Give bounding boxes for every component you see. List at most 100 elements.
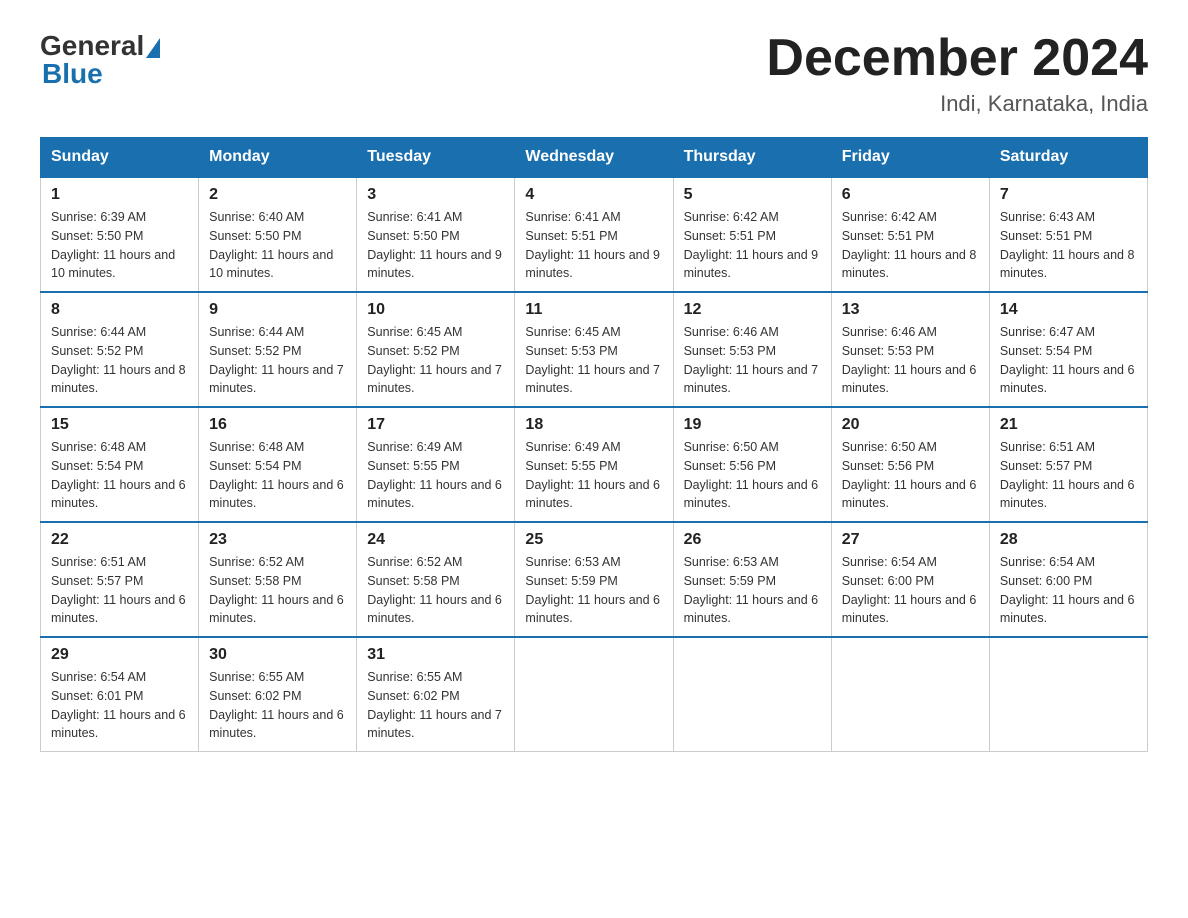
day-number: 3 <box>367 186 504 204</box>
calendar-cell: 21 Sunrise: 6:51 AMSunset: 5:57 PMDaylig… <box>989 407 1147 522</box>
calendar-cell: 15 Sunrise: 6:48 AMSunset: 5:54 PMDaylig… <box>41 407 199 522</box>
calendar-table: SundayMondayTuesdayWednesdayThursdayFrid… <box>40 137 1148 752</box>
week-row-3: 15 Sunrise: 6:48 AMSunset: 5:54 PMDaylig… <box>41 407 1148 522</box>
calendar-cell: 14 Sunrise: 6:47 AMSunset: 5:54 PMDaylig… <box>989 292 1147 407</box>
day-info: Sunrise: 6:45 AMSunset: 5:52 PMDaylight:… <box>367 325 502 395</box>
calendar-cell: 26 Sunrise: 6:53 AMSunset: 5:59 PMDaylig… <box>673 522 831 637</box>
day-number: 30 <box>209 646 346 664</box>
day-info: Sunrise: 6:39 AMSunset: 5:50 PMDaylight:… <box>51 210 175 280</box>
day-info: Sunrise: 6:46 AMSunset: 5:53 PMDaylight:… <box>684 325 819 395</box>
header-row: SundayMondayTuesdayWednesdayThursdayFrid… <box>41 138 1148 178</box>
day-number: 7 <box>1000 186 1137 204</box>
day-number: 23 <box>209 531 346 549</box>
day-info: Sunrise: 6:41 AMSunset: 5:50 PMDaylight:… <box>367 210 502 280</box>
day-info: Sunrise: 6:51 AMSunset: 5:57 PMDaylight:… <box>1000 440 1135 510</box>
day-info: Sunrise: 6:52 AMSunset: 5:58 PMDaylight:… <box>209 555 344 625</box>
calendar-cell: 5 Sunrise: 6:42 AMSunset: 5:51 PMDayligh… <box>673 177 831 292</box>
week-row-1: 1 Sunrise: 6:39 AMSunset: 5:50 PMDayligh… <box>41 177 1148 292</box>
day-number: 18 <box>525 416 662 434</box>
calendar-cell <box>831 637 989 752</box>
day-number: 22 <box>51 531 188 549</box>
day-number: 24 <box>367 531 504 549</box>
day-info: Sunrise: 6:53 AMSunset: 5:59 PMDaylight:… <box>684 555 819 625</box>
day-number: 25 <box>525 531 662 549</box>
logo-blue: Blue <box>42 58 103 89</box>
day-info: Sunrise: 6:43 AMSunset: 5:51 PMDaylight:… <box>1000 210 1135 280</box>
week-row-2: 8 Sunrise: 6:44 AMSunset: 5:52 PMDayligh… <box>41 292 1148 407</box>
day-number: 4 <box>525 186 662 204</box>
day-info: Sunrise: 6:50 AMSunset: 5:56 PMDaylight:… <box>684 440 819 510</box>
day-number: 31 <box>367 646 504 664</box>
logo: General Blue <box>40 30 162 90</box>
day-number: 26 <box>684 531 821 549</box>
page-header: General Blue December 2024 Indi, Karnata… <box>40 30 1148 117</box>
day-number: 15 <box>51 416 188 434</box>
day-number: 19 <box>684 416 821 434</box>
day-info: Sunrise: 6:54 AMSunset: 6:01 PMDaylight:… <box>51 670 186 740</box>
day-number: 17 <box>367 416 504 434</box>
calendar-cell: 23 Sunrise: 6:52 AMSunset: 5:58 PMDaylig… <box>199 522 357 637</box>
calendar-cell: 13 Sunrise: 6:46 AMSunset: 5:53 PMDaylig… <box>831 292 989 407</box>
calendar-cell: 17 Sunrise: 6:49 AMSunset: 5:55 PMDaylig… <box>357 407 515 522</box>
day-info: Sunrise: 6:54 AMSunset: 6:00 PMDaylight:… <box>842 555 977 625</box>
calendar-cell: 19 Sunrise: 6:50 AMSunset: 5:56 PMDaylig… <box>673 407 831 522</box>
day-info: Sunrise: 6:55 AMSunset: 6:02 PMDaylight:… <box>367 670 502 740</box>
day-info: Sunrise: 6:54 AMSunset: 6:00 PMDaylight:… <box>1000 555 1135 625</box>
calendar-cell: 24 Sunrise: 6:52 AMSunset: 5:58 PMDaylig… <box>357 522 515 637</box>
day-info: Sunrise: 6:49 AMSunset: 5:55 PMDaylight:… <box>367 440 502 510</box>
calendar-cell: 10 Sunrise: 6:45 AMSunset: 5:52 PMDaylig… <box>357 292 515 407</box>
day-number: 2 <box>209 186 346 204</box>
day-info: Sunrise: 6:41 AMSunset: 5:51 PMDaylight:… <box>525 210 660 280</box>
day-info: Sunrise: 6:46 AMSunset: 5:53 PMDaylight:… <box>842 325 977 395</box>
calendar-cell: 7 Sunrise: 6:43 AMSunset: 5:51 PMDayligh… <box>989 177 1147 292</box>
day-info: Sunrise: 6:48 AMSunset: 5:54 PMDaylight:… <box>209 440 344 510</box>
calendar-cell: 20 Sunrise: 6:50 AMSunset: 5:56 PMDaylig… <box>831 407 989 522</box>
column-header-friday: Friday <box>831 138 989 178</box>
day-number: 5 <box>684 186 821 204</box>
calendar-cell <box>989 637 1147 752</box>
day-info: Sunrise: 6:50 AMSunset: 5:56 PMDaylight:… <box>842 440 977 510</box>
title-section: December 2024 Indi, Karnataka, India <box>766 30 1148 117</box>
day-number: 13 <box>842 301 979 319</box>
day-info: Sunrise: 6:44 AMSunset: 5:52 PMDaylight:… <box>209 325 344 395</box>
day-info: Sunrise: 6:53 AMSunset: 5:59 PMDaylight:… <box>525 555 660 625</box>
calendar-cell: 30 Sunrise: 6:55 AMSunset: 6:02 PMDaylig… <box>199 637 357 752</box>
day-number: 29 <box>51 646 188 664</box>
day-number: 14 <box>1000 301 1137 319</box>
day-info: Sunrise: 6:55 AMSunset: 6:02 PMDaylight:… <box>209 670 344 740</box>
day-info: Sunrise: 6:42 AMSunset: 5:51 PMDaylight:… <box>842 210 977 280</box>
day-info: Sunrise: 6:52 AMSunset: 5:58 PMDaylight:… <box>367 555 502 625</box>
column-header-thursday: Thursday <box>673 138 831 178</box>
calendar-cell: 2 Sunrise: 6:40 AMSunset: 5:50 PMDayligh… <box>199 177 357 292</box>
day-info: Sunrise: 6:45 AMSunset: 5:53 PMDaylight:… <box>525 325 660 395</box>
day-number: 11 <box>525 301 662 319</box>
calendar-cell: 18 Sunrise: 6:49 AMSunset: 5:55 PMDaylig… <box>515 407 673 522</box>
day-number: 16 <box>209 416 346 434</box>
column-header-wednesday: Wednesday <box>515 138 673 178</box>
calendar-cell: 6 Sunrise: 6:42 AMSunset: 5:51 PMDayligh… <box>831 177 989 292</box>
day-info: Sunrise: 6:48 AMSunset: 5:54 PMDaylight:… <box>51 440 186 510</box>
calendar-cell: 22 Sunrise: 6:51 AMSunset: 5:57 PMDaylig… <box>41 522 199 637</box>
column-header-saturday: Saturday <box>989 138 1147 178</box>
calendar-cell: 3 Sunrise: 6:41 AMSunset: 5:50 PMDayligh… <box>357 177 515 292</box>
column-header-tuesday: Tuesday <box>357 138 515 178</box>
calendar-cell: 16 Sunrise: 6:48 AMSunset: 5:54 PMDaylig… <box>199 407 357 522</box>
day-info: Sunrise: 6:42 AMSunset: 5:51 PMDaylight:… <box>684 210 819 280</box>
column-header-monday: Monday <box>199 138 357 178</box>
day-number: 28 <box>1000 531 1137 549</box>
calendar-cell: 28 Sunrise: 6:54 AMSunset: 6:00 PMDaylig… <box>989 522 1147 637</box>
location: Indi, Karnataka, India <box>766 91 1148 117</box>
calendar-cell: 12 Sunrise: 6:46 AMSunset: 5:53 PMDaylig… <box>673 292 831 407</box>
week-row-5: 29 Sunrise: 6:54 AMSunset: 6:01 PMDaylig… <box>41 637 1148 752</box>
day-number: 20 <box>842 416 979 434</box>
calendar-cell: 31 Sunrise: 6:55 AMSunset: 6:02 PMDaylig… <box>357 637 515 752</box>
calendar-cell: 25 Sunrise: 6:53 AMSunset: 5:59 PMDaylig… <box>515 522 673 637</box>
logo-arrow-icon <box>146 38 160 58</box>
day-number: 6 <box>842 186 979 204</box>
day-number: 9 <box>209 301 346 319</box>
day-number: 10 <box>367 301 504 319</box>
day-number: 12 <box>684 301 821 319</box>
calendar-cell: 8 Sunrise: 6:44 AMSunset: 5:52 PMDayligh… <box>41 292 199 407</box>
day-info: Sunrise: 6:47 AMSunset: 5:54 PMDaylight:… <box>1000 325 1135 395</box>
day-info: Sunrise: 6:40 AMSunset: 5:50 PMDaylight:… <box>209 210 333 280</box>
